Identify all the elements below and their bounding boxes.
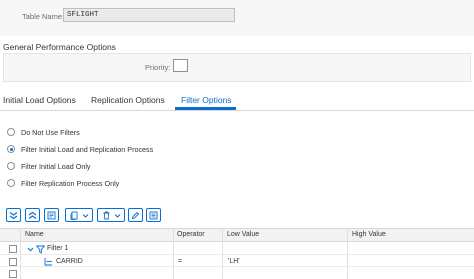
radio-button-selected[interactable] (7, 145, 15, 153)
tab-replication-options[interactable]: Replication Options (91, 95, 165, 105)
column-header-name[interactable]: Name (25, 231, 44, 238)
filter-icon (36, 245, 45, 254)
table-name-field: SFLIGHT (63, 8, 235, 22)
radio-button[interactable] (7, 179, 15, 187)
edit-button[interactable] (128, 208, 143, 222)
collapse-all-icon (28, 211, 37, 219)
expand-node-button[interactable] (44, 208, 59, 222)
radio-label: Do Not Use Filters (21, 127, 80, 137)
priority-label: Priority: (145, 63, 171, 72)
table-row (0, 243, 474, 255)
radio-option-filter-replication-only[interactable]: Filter Replication Process Only (7, 177, 119, 189)
radio-option-filter-initial-and-replication[interactable]: Filter Initial Load and Replication Proc… (7, 143, 153, 155)
column-header-operator[interactable]: Operator (177, 231, 205, 238)
row-name: Filter 1 (47, 245, 69, 252)
delete-icon (103, 211, 109, 219)
collapse-all-button[interactable] (25, 208, 40, 222)
copy-icon (70, 211, 77, 220)
radio-label: Filter Initial Load and Replication Proc… (21, 144, 154, 154)
tab-initial-load-options[interactable]: Initial Load Options (3, 95, 76, 105)
row-low-value: 'LH' (228, 258, 240, 265)
row-operator: = (178, 258, 183, 265)
details-icon (149, 211, 158, 219)
row-select-checkbox[interactable] (9, 245, 17, 253)
copy-menu-button[interactable] (65, 208, 93, 222)
chevron-down-icon[interactable] (27, 246, 34, 253)
chevron-down-icon (114, 213, 120, 218)
radio-label: Filter Initial Load Only (21, 161, 91, 171)
tab-filter-options[interactable]: Filter Options (181, 95, 232, 105)
radio-button[interactable] (7, 128, 15, 136)
radio-label: Filter Replication Process Only (21, 178, 120, 188)
column-header-low-value[interactable]: Low Value (227, 231, 259, 238)
radio-button[interactable] (7, 162, 15, 170)
tab-bar: Initial Load Options Replication Options… (0, 93, 474, 111)
expand-all-button[interactable] (6, 208, 21, 222)
performance-panel (3, 53, 471, 82)
expand-node-icon (47, 211, 56, 219)
table-row (0, 268, 474, 279)
radio-option-filter-initial-only[interactable]: Filter Initial Load Only (7, 160, 91, 172)
performance-section-title: General Performance Options (3, 42, 116, 52)
priority-input[interactable] (173, 59, 188, 72)
table-name-label: Table Name: (22, 12, 65, 21)
radio-option-no-filters[interactable]: Do Not Use Filters (7, 126, 80, 138)
details-button[interactable] (146, 208, 161, 222)
row-name: CARRID (56, 258, 83, 265)
expand-all-icon (9, 211, 18, 219)
column-header-high-value[interactable]: High Value (352, 231, 386, 238)
chevron-down-icon (82, 213, 88, 218)
delete-menu-button[interactable] (97, 208, 125, 222)
active-tab-indicator (175, 107, 236, 110)
edit-icon (131, 211, 140, 219)
row-select-checkbox[interactable] (9, 258, 17, 266)
row-select-checkbox[interactable] (9, 270, 17, 278)
field-icon (44, 258, 52, 266)
